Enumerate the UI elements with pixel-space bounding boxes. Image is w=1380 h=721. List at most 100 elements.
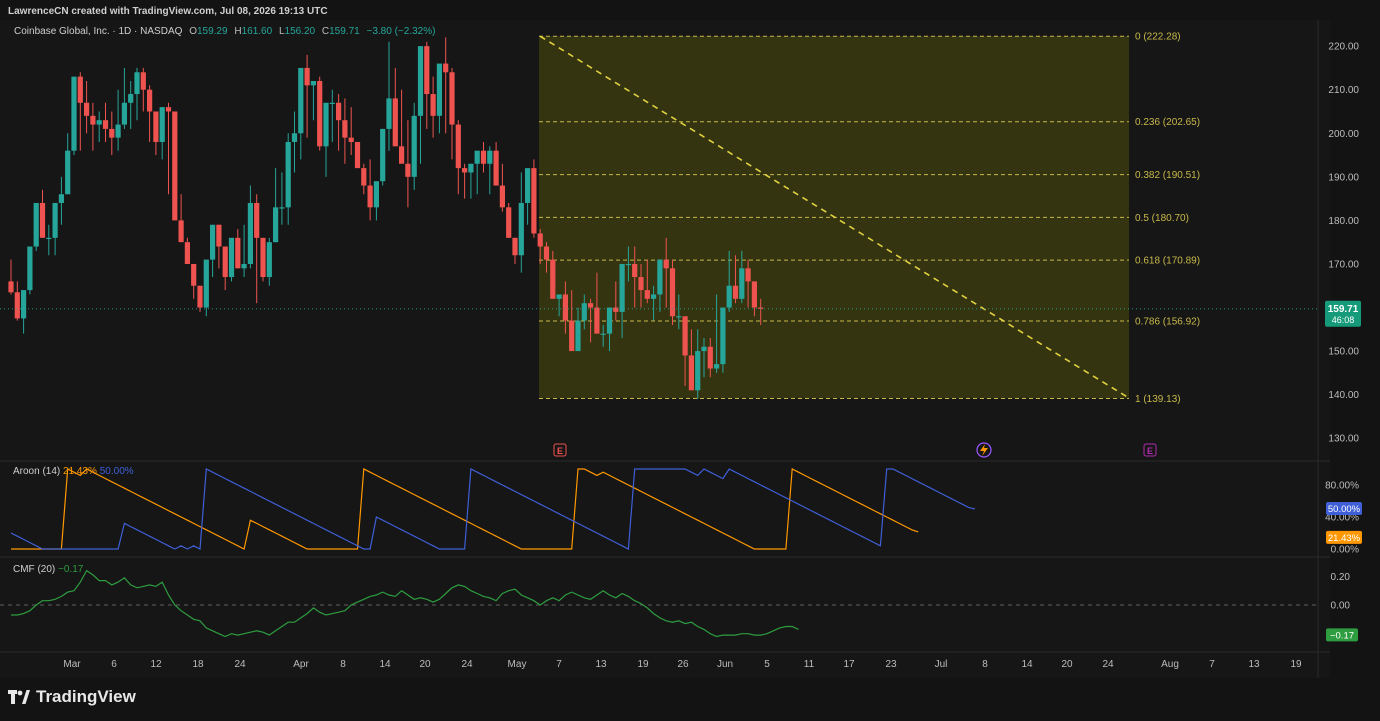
candle-body-up [203, 259, 209, 308]
candle-body-down [707, 346, 713, 369]
time-tick-label: 7 [556, 659, 562, 670]
aroon-tick-label: 80.00% [1325, 481, 1359, 492]
time-tick-label: 14 [1021, 659, 1033, 670]
price-tick-label: 210.00 [1328, 85, 1359, 96]
candle-body-down [405, 163, 411, 177]
candle-body-down [430, 94, 436, 116]
earnings-marker-glyph: E [1147, 446, 1153, 456]
time-tick-label: 13 [1248, 659, 1260, 670]
candle-body-down [392, 98, 398, 147]
aroon-down-tag-text: 50.00% [1328, 504, 1361, 515]
aroon-legend[interactable]: Aroon (14) 21.43% 50.00% [13, 466, 134, 477]
candle-body-up [58, 194, 64, 203]
fib-level-label: 0.5 (180.70) [1135, 213, 1189, 224]
candle-body-up [417, 46, 424, 116]
candle-body-down [172, 111, 178, 221]
time-tick-label: 12 [150, 659, 162, 670]
candle-body-down [77, 76, 83, 103]
candle-body-down [342, 120, 348, 138]
candle-body-down [688, 355, 694, 391]
time-tick-label: May [508, 659, 527, 670]
time-tick-label: Aug [1161, 659, 1179, 670]
candle-body-down [562, 294, 568, 321]
candle-body-down [531, 168, 537, 234]
candle-body-up [279, 207, 285, 209]
price-tick-label: 130.00 [1328, 434, 1359, 445]
fib-level-label: 1 (139.13) [1135, 394, 1181, 405]
candle-body-down [506, 207, 512, 238]
time-tick-label: Jun [717, 659, 733, 670]
candle-body-up [96, 120, 102, 125]
fib-level-label: 0.236 (202.65) [1135, 117, 1200, 128]
candle-body-up [121, 102, 127, 125]
symbol-legend: Coinbase Global, Inc. · 1D · NASDAQ O159… [14, 26, 435, 37]
low-value: 156.20 [284, 26, 316, 37]
candle-body-down [39, 202, 46, 238]
time-tick-label: 7 [1209, 659, 1215, 670]
candle-body-up [21, 290, 27, 319]
time-tick-label: Jul [935, 659, 948, 670]
time-tick-label: 19 [637, 659, 649, 670]
fib-retracement[interactable]: 0 (222.28) 0.236 (202.65) 0.382 (190.51) 0.… [539, 32, 1200, 405]
price-tick-label: 170.00 [1328, 259, 1359, 270]
price-tick-label: 180.00 [1328, 216, 1359, 227]
change-value: −3.80 (−2.32%) [366, 26, 436, 37]
candle-body-down [480, 150, 487, 164]
candle-body-down [140, 72, 146, 90]
candle-body-up [556, 294, 562, 299]
time-tick-label: 5 [764, 659, 770, 670]
candle-body-up [474, 150, 480, 164]
candle-body-down [443, 63, 449, 73]
candle-body-down [594, 307, 600, 334]
candle-body-down [462, 168, 468, 173]
candle-body-down [550, 259, 556, 299]
fib-level-label: 0 (222.28) [1135, 32, 1181, 43]
candle-body-down [493, 150, 499, 186]
candle-body-up [380, 128, 386, 182]
fib-level-label: 0.382 (190.51) [1135, 170, 1200, 181]
candle-body-down [14, 292, 20, 319]
candle-body-down [147, 89, 153, 112]
candle-body-up [619, 263, 625, 312]
candle-body-up [701, 346, 707, 352]
candle-body-down [399, 146, 405, 164]
candle-body-up [676, 316, 682, 318]
time-tick-label: 14 [379, 659, 391, 670]
candle-body-down [644, 290, 650, 299]
aroon-up-tag-text: 21.43% [1328, 533, 1361, 544]
candle-body-up [487, 150, 493, 164]
candle-body-down [751, 281, 757, 308]
candle-body-up [411, 115, 417, 177]
brand-name: TradingView [36, 687, 136, 706]
candle-body-up [46, 237, 52, 240]
time-tick-label: 19 [1290, 659, 1302, 670]
candle-body-up [247, 202, 253, 264]
candle-body-down [178, 220, 184, 243]
price-tick-label: 140.00 [1328, 390, 1359, 401]
candle-body-up [298, 67, 304, 134]
candle-body-down [361, 168, 367, 186]
candle-body-down [109, 128, 115, 138]
candle-body-down [638, 277, 644, 291]
candle-body-down [588, 303, 594, 308]
candle-body-up [65, 150, 71, 195]
cmf-legend[interactable]: CMF (20) −0.17 [13, 564, 83, 575]
tradingview-logo[interactable]: TradingView [8, 687, 136, 707]
cmf-tick-label: 0.00 [1331, 601, 1351, 612]
candle-body-up [310, 80, 316, 86]
candle-body-down [304, 67, 310, 86]
chart-canvas[interactable]: 0 (222.28) 0.236 (202.65) 0.382 (190.51) 0.… [0, 0, 1380, 721]
time-tick-label: 18 [192, 659, 204, 670]
close-value: 159.71 [329, 26, 360, 37]
candle-body-down [197, 285, 203, 308]
last-price-value: 159.71 [1328, 304, 1359, 315]
candle-body-down [216, 224, 222, 247]
candle-body-up [134, 72, 140, 95]
candle-body-up [128, 94, 134, 103]
candle-body-up [720, 307, 726, 365]
candle-body-down [260, 237, 266, 278]
time-tick-label: 24 [461, 659, 473, 670]
candle-body-down [663, 259, 669, 269]
candle-body-down [512, 237, 518, 256]
candle-body-down [499, 185, 505, 208]
